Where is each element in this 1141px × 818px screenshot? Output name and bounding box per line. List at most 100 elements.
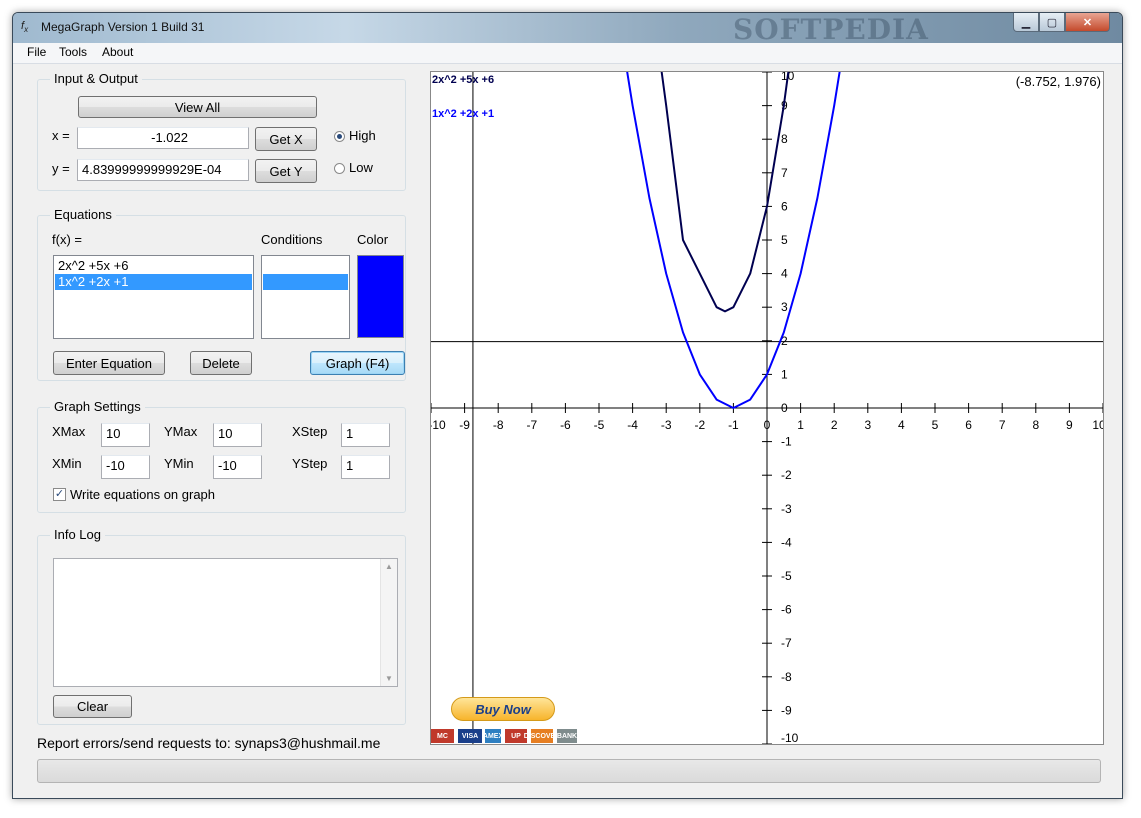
x-tick-label: 2 <box>831 418 838 432</box>
graph-equation-label: 1x^2 +2x +1 <box>432 108 495 120</box>
y-tick-label: -7 <box>781 636 792 650</box>
condition-item[interactable] <box>263 258 348 274</box>
menu-tools[interactable]: Tools <box>59 45 87 59</box>
precision-low-label[interactable]: Low <box>349 160 373 175</box>
x-tick-label: -4 <box>627 418 638 432</box>
view-all-button[interactable]: View All <box>78 96 317 118</box>
minimize-button[interactable]: ▁ <box>1013 13 1039 32</box>
delete-button[interactable]: Delete <box>190 351 252 375</box>
ymin-label: YMin <box>164 456 194 471</box>
y-tick-label: 0 <box>781 401 788 415</box>
footer-contact-text: Report errors/send requests to: synaps3@… <box>37 735 381 751</box>
x-tick-label: -7 <box>526 418 537 432</box>
y-tick-label: 6 <box>781 199 788 213</box>
precision-low-radio[interactable] <box>334 163 345 174</box>
menu-file[interactable]: File <box>27 45 46 59</box>
xmin-field[interactable]: -10 <box>101 455 150 479</box>
ymin-field[interactable]: -10 <box>213 455 262 479</box>
ymax-field[interactable]: 10 <box>213 423 262 447</box>
app-window: SOFTPEDIA fx MegaGraph Version 1 Build 3… <box>12 12 1123 799</box>
get-y-button[interactable]: Get Y <box>255 159 317 183</box>
equation-item[interactable]: 2x^2 +5x +6 <box>55 258 252 274</box>
buy-now-button[interactable]: Buy Now <box>451 697 555 721</box>
x-value-field[interactable]: -1.022 <box>77 127 249 149</box>
close-icon: ✕ <box>1082 16 1093 29</box>
y-tick-label: 4 <box>781 267 788 281</box>
ystep-field[interactable]: 1 <box>341 455 390 479</box>
x-tick-label: -10 <box>431 418 446 432</box>
graph-settings-label: Graph Settings <box>50 399 145 414</box>
x-tick-label: 8 <box>1032 418 1039 432</box>
color-swatch[interactable] <box>357 255 404 338</box>
x-tick-label: 10 <box>1092 418 1103 432</box>
x-tick-label: -3 <box>661 418 672 432</box>
x-tick-label: 6 <box>965 418 972 432</box>
y-label: y = <box>52 161 70 176</box>
y-tick-label: 7 <box>781 166 788 180</box>
y-tick-label: -9 <box>781 703 792 717</box>
discover-icon: DISCOVER <box>524 729 560 743</box>
color-label: Color <box>357 232 389 247</box>
maximize-button[interactable]: ▢ <box>1039 13 1065 32</box>
condition-item-selected[interactable] <box>263 274 348 290</box>
input-output-label: Input & Output <box>50 71 142 86</box>
coordinate-readout: (-8.752, 1.976) <box>1015 74 1101 89</box>
info-log-scrollbar[interactable]: ▲ ▼ <box>380 559 397 686</box>
bank-icon: BANK <box>557 729 577 743</box>
x-tick-label: -2 <box>694 418 705 432</box>
equations-list[interactable]: 2x^2 +5x +6 1x^2 +2x +1 <box>53 255 254 339</box>
progress-bar <box>37 759 1101 783</box>
x-tick-label: 4 <box>898 418 905 432</box>
equation-item-selected[interactable]: 1x^2 +2x +1 <box>55 274 252 290</box>
fx-label: f(x) = <box>52 232 82 247</box>
x-tick-label: 9 <box>1066 418 1073 432</box>
graph-canvas[interactable]: -10-9-8-7-6-5-4-3-2-10123456789101098765… <box>430 71 1104 745</box>
write-equations-label[interactable]: Write equations on graph <box>70 487 215 502</box>
series-line <box>626 72 841 409</box>
y-tick-label: -10 <box>781 731 799 744</box>
info-log-textarea[interactable]: ▲ ▼ <box>53 558 398 687</box>
scroll-up-icon[interactable]: ▲ <box>385 562 393 571</box>
y-tick-label: 5 <box>781 233 788 247</box>
y-tick-label: 8 <box>781 132 788 146</box>
y-tick-label: 1 <box>781 367 788 381</box>
y-tick-label: -1 <box>781 435 792 449</box>
ystep-label: YStep <box>292 456 328 471</box>
y-tick-label: 3 <box>781 300 788 314</box>
info-log-label: Info Log <box>50 527 105 542</box>
x-tick-label: -1 <box>728 418 739 432</box>
precision-high-label[interactable]: High <box>349 128 376 143</box>
ymax-label: YMax <box>164 424 198 439</box>
conditions-label: Conditions <box>261 232 323 247</box>
fx-app-icon: fx <box>21 20 29 35</box>
conditions-list[interactable] <box>261 255 350 339</box>
x-tick-label: 7 <box>999 418 1006 432</box>
graph-button[interactable]: Graph (F4) <box>310 351 405 375</box>
y-tick-label: -6 <box>781 603 792 617</box>
clear-button[interactable]: Clear <box>53 695 132 718</box>
y-tick-label: -8 <box>781 670 792 684</box>
menu-bar: File Tools About <box>13 43 1122 64</box>
amex-icon: AMEX <box>483 729 503 743</box>
equations-label: Equations <box>50 207 116 222</box>
y-tick-label: -4 <box>781 535 792 549</box>
close-button[interactable]: ✕ <box>1065 13 1110 32</box>
precision-high-radio[interactable] <box>334 131 345 142</box>
menu-about[interactable]: About <box>102 45 133 59</box>
xstep-field[interactable]: 1 <box>341 423 390 447</box>
title-bar[interactable]: SOFTPEDIA fx MegaGraph Version 1 Build 3… <box>13 13 1122 46</box>
x-tick-label: -5 <box>594 418 605 432</box>
minimize-icon: ▁ <box>1021 16 1031 29</box>
y-value-field[interactable]: 4.83999999999929E-04 <box>77 159 249 181</box>
x-tick-label: -8 <box>493 418 504 432</box>
xmin-label: XMin <box>52 456 82 471</box>
enter-equation-button[interactable]: Enter Equation <box>53 351 165 375</box>
xmax-field[interactable]: 10 <box>101 423 150 447</box>
window-title: MegaGraph Version 1 Build 31 <box>41 20 205 34</box>
graph-equation-label: 2x^2 +5x +6 <box>432 74 495 86</box>
get-x-button[interactable]: Get X <box>255 127 317 151</box>
x-tick-label: 1 <box>797 418 804 432</box>
x-tick-label: 3 <box>864 418 871 432</box>
write-equations-checkbox[interactable]: ✓ <box>53 488 66 501</box>
scroll-down-icon[interactable]: ▼ <box>385 674 393 683</box>
